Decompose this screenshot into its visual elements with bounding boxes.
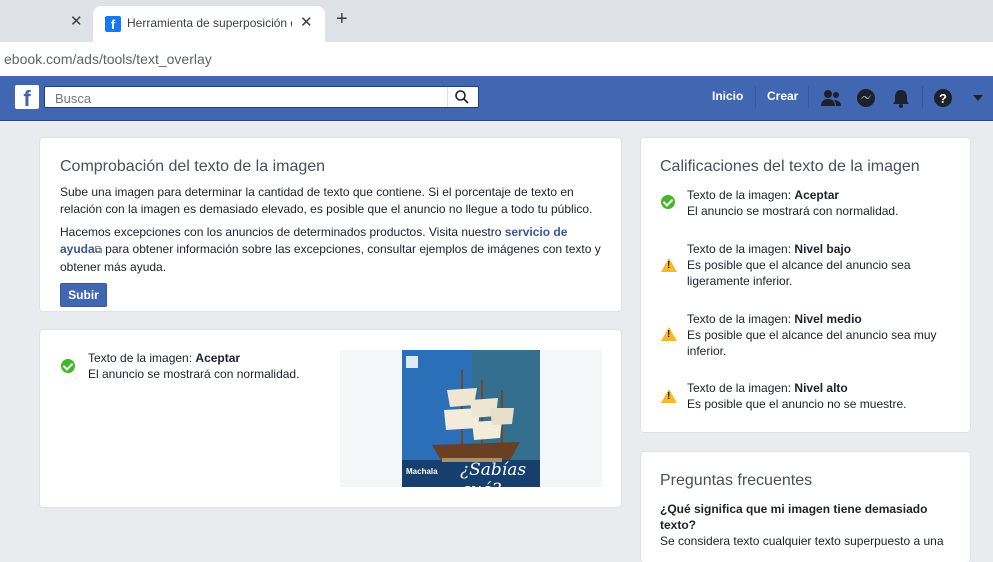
warning-icon: [661, 389, 677, 403]
rating-description: Es posible que el alcance del anuncio se…: [687, 258, 911, 288]
warning-icon: [661, 258, 677, 272]
ratings-title: Calificaciones del texto de la imagen: [660, 158, 920, 175]
rating-value: Nivel medio: [794, 312, 862, 326]
external-link-icon: ⧉: [94, 245, 102, 256]
tab-title: Herramienta de superposición de: [127, 16, 292, 30]
close-tab-icon[interactable]: ✕: [300, 13, 313, 31]
image-overlay-text: ¿Sabías qué?: [460, 460, 527, 487]
result-rating-label: Texto de la imagen: Aceptar: [88, 350, 240, 366]
rating-value: Nivel bajo: [794, 242, 852, 256]
exceptions-paragraph: Hacemos excepciones con los anuncios de …: [60, 224, 608, 276]
rating-description: El anuncio se mostrará con normalidad.: [687, 204, 899, 218]
nav-divider: [922, 86, 923, 108]
faq-answer: Se considera texto cualquier texto super…: [660, 534, 944, 548]
check-icon: [661, 195, 675, 209]
help-icon[interactable]: ?: [933, 88, 953, 108]
rating-label-text: Texto de la imagen:: [88, 351, 196, 365]
rating-description: Es posible que el anuncio no se muestre.: [687, 397, 907, 411]
check-icon: [61, 359, 75, 373]
rating-high: Texto de la imagen: Nivel alto Es posibl…: [687, 380, 957, 412]
rating-ok: Texto de la imagen: Aceptar El anuncio s…: [687, 187, 957, 219]
rating-value: Aceptar: [794, 188, 840, 202]
result-description: El anuncio se mostrará con normalidad.: [88, 367, 300, 381]
rating-value: Aceptar: [195, 351, 241, 365]
messenger-icon[interactable]: [856, 88, 876, 108]
rating-label-text: Texto de la imagen:: [687, 312, 795, 326]
rating-low: Texto de la imagen: Nivel bajo Es posibl…: [687, 241, 952, 289]
nav-crear-link[interactable]: Crear: [767, 89, 798, 103]
card-title: Comprobación del texto de la imagen: [60, 158, 326, 175]
warning-icon: [661, 327, 677, 341]
faq-title: Preguntas frecuentes: [660, 472, 813, 489]
notifications-bell-icon[interactable]: [891, 88, 911, 108]
nav-divider: [808, 86, 809, 108]
rating-description: Es posible que el alcance del anuncio se…: [687, 328, 937, 358]
rating-label-text: Texto de la imagen:: [687, 188, 795, 202]
address-bar[interactable]: ebook.com/ads/tools/text_overlay: [0, 42, 993, 76]
search-input[interactable]: [53, 90, 437, 107]
search-icon: [455, 90, 469, 104]
friends-icon[interactable]: [820, 88, 842, 108]
rating-value: Nivel alto: [794, 381, 848, 395]
new-tab-button[interactable]: +: [336, 8, 348, 31]
uploaded-ad-image: Machala ¿Sabías qué?: [402, 350, 540, 487]
exceptions-text-start: Hacemos excepciones con los anuncios de …: [60, 225, 505, 239]
rating-label-text: Texto de la imagen:: [687, 381, 795, 395]
facebook-logo-icon[interactable]: f: [15, 85, 39, 111]
nav-inicio-link[interactable]: Inicio: [712, 89, 743, 103]
search-box: [44, 86, 479, 108]
nav-divider: [755, 86, 756, 108]
faq-card: Preguntas frecuentes ¿Qué significa que …: [641, 452, 970, 562]
browser-tab-bar: ✕ f Herramienta de superposición de ✕ +: [0, 0, 993, 42]
upload-button[interactable]: Subir: [60, 283, 107, 307]
browser-tab-active[interactable]: f Herramienta de superposición de ✕: [93, 6, 325, 42]
facebook-favicon-icon: f: [105, 16, 121, 32]
svg-text:?: ?: [939, 91, 947, 106]
text-check-card: Comprobación del texto de la imagen Sube…: [40, 138, 621, 311]
account-menu-chevron-icon[interactable]: [972, 94, 984, 102]
faq-question[interactable]: ¿Qué significa que mi imagen tiene demas…: [660, 501, 950, 533]
intro-paragraph: Sube una imagen para determinar la canti…: [60, 185, 593, 216]
rating-label-text: Texto de la imagen:: [687, 242, 795, 256]
exceptions-text-end: para obtener información sobre las excep…: [60, 242, 601, 274]
search-button[interactable]: [447, 87, 476, 107]
facebook-top-bar: f Inicio Crear ?: [0, 76, 993, 121]
rating-medium: Texto de la imagen: Nivel medio Es posib…: [687, 311, 947, 359]
url-text: ebook.com/ads/tools/text_overlay: [4, 51, 212, 67]
image-brand-text: Machala: [406, 467, 438, 476]
close-tab-icon[interactable]: ✕: [70, 12, 83, 30]
